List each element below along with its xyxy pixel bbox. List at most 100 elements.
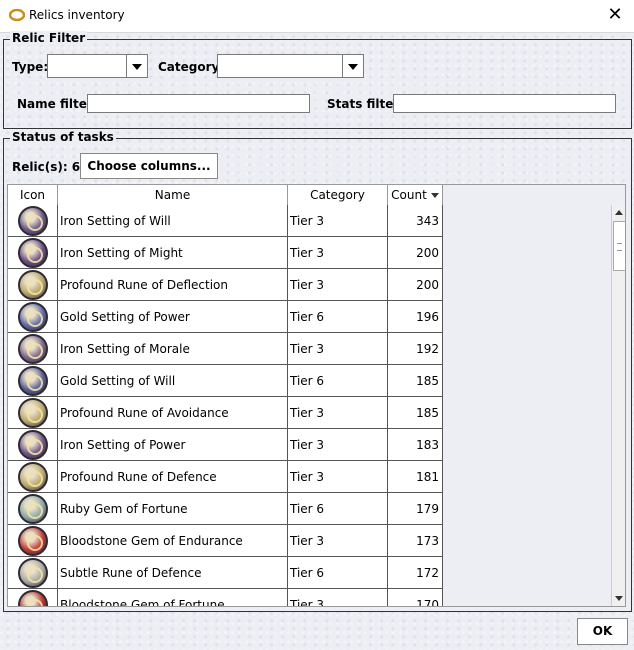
relic-name: Iron Setting of Might — [58, 237, 288, 269]
scroll-thumb[interactable] — [613, 221, 625, 271]
table-row[interactable]: Bloodstone Gem of Endurance Tier 3 173 — [8, 525, 443, 557]
sort-descending-icon — [430, 193, 439, 198]
relic-count: 196 — [388, 301, 443, 333]
relic-name: Iron Setting of Power — [58, 429, 288, 461]
name-filter-label: Name filter: — [17, 97, 98, 111]
relic-category: Tier 6 — [288, 557, 388, 589]
relic-icon-cell — [8, 429, 58, 461]
relic-count: 172 — [388, 557, 443, 589]
relic-name: Iron Setting of Morale — [58, 333, 288, 365]
relic-icon — [17, 301, 48, 332]
relic-category: Tier 3 — [288, 589, 388, 606]
relic-icon — [17, 397, 48, 428]
relic-icon — [17, 333, 48, 364]
relic-count: Relic(s): 69 — [12, 160, 89, 174]
stats-filter-input[interactable] — [393, 94, 616, 113]
relic-count: 200 — [388, 269, 443, 301]
relic-category: Tier 3 — [288, 429, 388, 461]
relic-count: 179 — [388, 493, 443, 525]
table-row[interactable]: Gold Setting of Will Tier 6 185 — [8, 365, 443, 397]
header-icon[interactable]: Icon — [8, 185, 58, 205]
table-row[interactable]: Bloodstone Gem of Fortune Tier 3 170 — [8, 589, 443, 606]
header-count[interactable]: Count — [388, 185, 443, 205]
relic-category: Tier 3 — [288, 397, 388, 429]
relic-icon — [17, 525, 48, 556]
relic-icon — [17, 493, 48, 524]
relic-name: Profound Rune of Defence — [58, 461, 288, 493]
scroll-up-icon[interactable] — [612, 205, 625, 220]
relic-icon-cell — [8, 461, 58, 493]
table-row[interactable]: Gold Setting of Power Tier 6 196 — [8, 301, 443, 333]
table-row[interactable]: Subtle Rune of Defence Tier 6 172 — [8, 557, 443, 589]
relic-count: 343 — [388, 205, 443, 237]
relic-icon-cell — [8, 237, 58, 269]
relic-icon-cell — [8, 269, 58, 301]
relic-icon-cell — [8, 301, 58, 333]
relic-icon — [17, 557, 48, 588]
relic-icon — [17, 269, 48, 300]
relic-icon-cell — [8, 557, 58, 589]
header-count-label: Count — [391, 188, 427, 202]
category-combo[interactable] — [217, 54, 364, 78]
table-row[interactable]: Iron Setting of Power Tier 3 183 — [8, 429, 443, 461]
relic-icon — [17, 237, 48, 268]
table-row[interactable]: Ruby Gem of Fortune Tier 6 179 — [8, 493, 443, 525]
relic-icon-cell — [8, 205, 58, 237]
relic-count: 181 — [388, 461, 443, 493]
relic-count: 200 — [388, 237, 443, 269]
table-body: Iron Setting of Will Tier 3 343 Iron Settin… — [8, 205, 443, 606]
relic-icon — [17, 589, 48, 606]
relic-icon-cell — [8, 333, 58, 365]
relic-category: Tier 3 — [288, 461, 388, 493]
relic-icon-cell — [8, 397, 58, 429]
relic-filter-panel: Relic Filter — [3, 31, 632, 129]
ok-button[interactable]: OK — [577, 618, 628, 645]
name-filter-input[interactable] — [87, 94, 310, 113]
table-row[interactable]: Iron Setting of Morale Tier 3 192 — [8, 333, 443, 365]
ring-icon — [9, 9, 25, 21]
relic-category: Tier 6 — [288, 301, 388, 333]
table-row[interactable]: Profound Rune of Avoidance Tier 3 185 — [8, 397, 443, 429]
chevron-down-icon[interactable] — [342, 55, 363, 77]
header-name[interactable]: Name — [58, 185, 288, 205]
relic-category: Tier 3 — [288, 205, 388, 237]
relic-count: 185 — [388, 365, 443, 397]
relic-icon-cell — [8, 525, 58, 557]
relic-count: 183 — [388, 429, 443, 461]
vertical-scrollbar[interactable] — [611, 205, 625, 606]
table-header: Icon Name Category Count — [8, 185, 443, 206]
category-label: Category: — [158, 60, 225, 74]
relic-name: Ruby Gem of Fortune — [58, 493, 288, 525]
relic-count: 170 — [388, 589, 443, 606]
relic-icon-cell — [8, 493, 58, 525]
type-combo[interactable] — [47, 54, 148, 78]
title-bar: Relics inventory ✕ — [0, 0, 634, 33]
relic-category: Tier 3 — [288, 269, 388, 301]
relic-filter-legend: Relic Filter — [10, 31, 88, 45]
relic-icon-cell — [8, 589, 58, 606]
relic-icon-cell — [8, 365, 58, 397]
status-legend: Status of tasks — [10, 130, 116, 144]
relic-icon — [17, 461, 48, 492]
table-row[interactable]: Iron Setting of Might Tier 3 200 — [8, 237, 443, 269]
chevron-down-icon[interactable] — [126, 55, 147, 77]
choose-columns-button[interactable]: Choose columns... — [80, 153, 218, 179]
table-row[interactable]: Profound Rune of Deflection Tier 3 200 — [8, 269, 443, 301]
relic-name: Gold Setting of Power — [58, 301, 288, 333]
scroll-down-icon[interactable] — [612, 591, 625, 606]
relic-name: Profound Rune of Deflection — [58, 269, 288, 301]
relics-table: Icon Name Category Count Iron Setting of… — [7, 184, 626, 607]
relic-name: Subtle Rune of Defence — [58, 557, 288, 589]
relic-name: Profound Rune of Avoidance — [58, 397, 288, 429]
table-row[interactable]: Iron Setting of Will Tier 3 343 — [8, 205, 443, 237]
window-title: Relics inventory — [29, 8, 125, 22]
relic-category: Tier 6 — [288, 493, 388, 525]
relic-count: 192 — [388, 333, 443, 365]
relic-icon — [17, 429, 48, 460]
relic-icon — [17, 365, 48, 396]
relic-icon — [17, 205, 48, 236]
header-category[interactable]: Category — [288, 185, 388, 205]
relic-category: Tier 3 — [288, 333, 388, 365]
close-button[interactable]: ✕ — [604, 4, 626, 26]
table-row[interactable]: Profound Rune of Defence Tier 3 181 — [8, 461, 443, 493]
